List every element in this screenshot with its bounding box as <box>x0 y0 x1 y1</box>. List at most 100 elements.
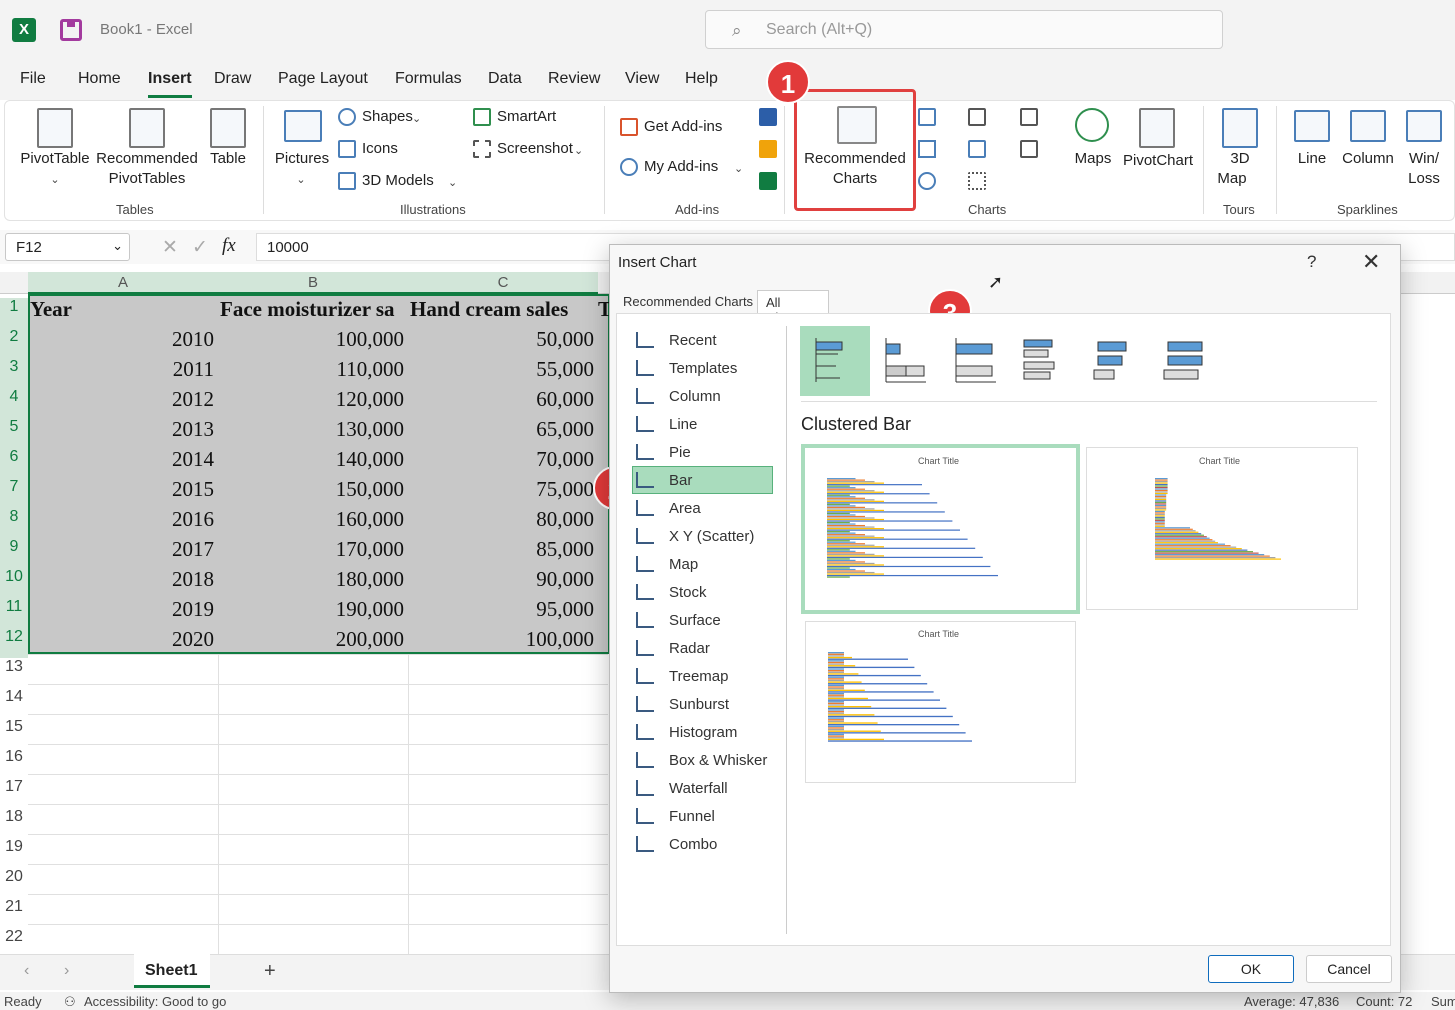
ok-button[interactable]: OK <box>1208 955 1294 983</box>
recommended-pivottables-icon[interactable] <box>129 108 165 148</box>
cancel-button[interactable]: Cancel <box>1306 955 1392 983</box>
row-header[interactable]: 19 <box>0 838 28 868</box>
pictures-button[interactable]: Pictures <box>270 149 334 169</box>
row-header[interactable]: 10 <box>0 568 28 598</box>
scatter-chart-icon[interactable] <box>968 172 986 190</box>
chart-preview-1[interactable]: Chart Title <box>801 444 1080 614</box>
icons-icon[interactable] <box>338 140 356 158</box>
chart-type-map[interactable]: Map <box>632 552 772 578</box>
scroll-left-icon[interactable]: ‹ <box>24 962 29 980</box>
line-chart-icon[interactable] <box>918 140 936 158</box>
sparkline-winloss-label[interactable]: Loss <box>1402 169 1446 189</box>
shapes-button[interactable]: Shapes <box>362 107 413 127</box>
my-addins-button[interactable]: My Add-ins <box>644 157 718 177</box>
table-cell[interactable]: 2018 <box>30 567 214 592</box>
help-button[interactable]: ? <box>1307 252 1316 272</box>
chart-preview-2[interactable]: Chart Title <box>1086 447 1358 610</box>
sparkline-column-icon[interactable] <box>1350 110 1386 142</box>
chart-type-recent[interactable]: Recent <box>632 328 772 354</box>
table-cell[interactable]: 75,000 <box>410 477 594 502</box>
menu-file[interactable]: File <box>20 70 46 88</box>
header-cell[interactable]: Face moisturizer sa <box>220 297 408 322</box>
table-cell[interactable]: 2012 <box>30 387 214 412</box>
chevron-down-icon[interactable]: ⌄ <box>294 170 308 190</box>
row-header[interactable]: 17 <box>0 778 28 808</box>
chart-type-pie[interactable]: Pie <box>632 440 772 466</box>
table-cell[interactable]: 60,000 <box>410 387 594 412</box>
column-header-a[interactable]: A <box>28 272 218 294</box>
get-addins-icon[interactable] <box>620 118 638 136</box>
table-cell[interactable]: 95,000 <box>410 597 594 622</box>
chevron-down-icon[interactable]: ⌄ <box>574 141 583 161</box>
3d-map-label[interactable]: Map <box>1210 169 1254 189</box>
chart-preview-3[interactable]: Chart Title <box>805 621 1076 783</box>
pivotchart-button[interactable]: PivotChart <box>1118 151 1198 171</box>
row-header[interactable]: 3 <box>0 358 28 388</box>
cancel-edit-icon[interactable]: ✕ <box>162 236 178 259</box>
chart-type-area[interactable]: Area <box>632 496 772 522</box>
my-addins-icon[interactable] <box>620 158 638 176</box>
menu-insert[interactable]: Insert <box>148 70 192 88</box>
smartart-button[interactable]: SmartArt <box>497 107 556 127</box>
chart-type-templates[interactable]: Templates <box>632 356 772 382</box>
table-cell[interactable]: 170,000 <box>220 537 404 562</box>
row-header[interactable]: 13 <box>0 658 28 688</box>
pictures-icon[interactable] <box>284 110 322 142</box>
menu-page-layout[interactable]: Page Layout <box>278 70 368 88</box>
table-cell[interactable]: 2019 <box>30 597 214 622</box>
smartart-icon[interactable] <box>473 108 491 126</box>
table-cell[interactable]: 80,000 <box>410 507 594 532</box>
menu-view[interactable]: View <box>625 70 659 88</box>
table-cell[interactable]: 2020 <box>30 627 214 652</box>
pivotchart-icon[interactable] <box>1139 108 1175 148</box>
menu-help[interactable]: Help <box>685 70 718 88</box>
tab-all-charts[interactable]: All Charts <box>757 290 829 325</box>
row-header[interactable]: 11 <box>0 598 28 628</box>
sparkline-line-icon[interactable] <box>1294 110 1330 142</box>
accessibility-icon[interactable]: ⚇ <box>64 994 76 1010</box>
subtype-100-stacked-bar[interactable] <box>940 326 1010 396</box>
table-cell[interactable]: 190,000 <box>220 597 404 622</box>
table-icon[interactable] <box>210 108 246 148</box>
table-cell[interactable]: 65,000 <box>410 417 594 442</box>
column-chart-icon[interactable] <box>918 108 936 126</box>
sparkline-line-button[interactable]: Line <box>1288 149 1336 169</box>
insert-function-icon[interactable]: fx <box>222 235 236 257</box>
chevron-down-icon[interactable]: ⌄ <box>412 109 421 129</box>
row-header[interactable]: 15 <box>0 718 28 748</box>
table-cell[interactable]: 2017 <box>30 537 214 562</box>
hierarchy-chart-icon[interactable] <box>968 108 986 126</box>
save-icon[interactable] <box>60 19 82 41</box>
chart-type-box-whisker[interactable]: Box & Whisker <box>632 748 772 774</box>
table-cell[interactable]: 2015 <box>30 477 214 502</box>
chart-type-surface[interactable]: Surface <box>632 608 772 634</box>
table-cell[interactable]: 100,000 <box>220 327 404 352</box>
chart-type-line[interactable]: Line <box>632 412 772 438</box>
chevron-down-icon[interactable]: ⌄ <box>112 238 123 254</box>
chart-type-histogram[interactable]: Histogram <box>632 720 772 746</box>
chart-type-x-y-scatter-[interactable]: X Y (Scatter) <box>632 524 772 550</box>
chart-type-sunburst[interactable]: Sunburst <box>632 692 772 718</box>
menu-home[interactable]: Home <box>78 70 121 88</box>
table-cell[interactable]: 2014 <box>30 447 214 472</box>
statistic-chart-icon[interactable] <box>968 140 986 158</box>
recommended-pivottables-button[interactable]: Recommended <box>92 149 202 169</box>
chart-type-stock[interactable]: Stock <box>632 580 772 606</box>
row-header[interactable]: 20 <box>0 868 28 898</box>
chevron-down-icon[interactable]: ⌄ <box>48 170 62 190</box>
table-cell[interactable]: 180,000 <box>220 567 404 592</box>
menu-formulas[interactable]: Formulas <box>395 70 462 88</box>
table-cell[interactable]: 2011 <box>30 357 214 382</box>
subtype-3d-clustered-bar[interactable] <box>1010 326 1080 396</box>
close-button[interactable]: ✕ <box>1362 249 1380 275</box>
pivottable-icon[interactable] <box>37 108 73 148</box>
search-input[interactable]: ⌕ Search (Alt+Q) <box>705 10 1223 49</box>
row-header[interactable]: 7 <box>0 478 28 508</box>
3d-map-button[interactable]: 3D <box>1218 149 1262 169</box>
sparkline-column-button[interactable]: Column <box>1338 149 1398 169</box>
table-cell[interactable]: 160,000 <box>220 507 404 532</box>
3d-map-icon[interactable] <box>1222 108 1258 148</box>
table-cell[interactable]: 200,000 <box>220 627 404 652</box>
chevron-down-icon[interactable]: ⌄ <box>734 159 743 179</box>
3d-models-icon[interactable] <box>338 172 356 190</box>
